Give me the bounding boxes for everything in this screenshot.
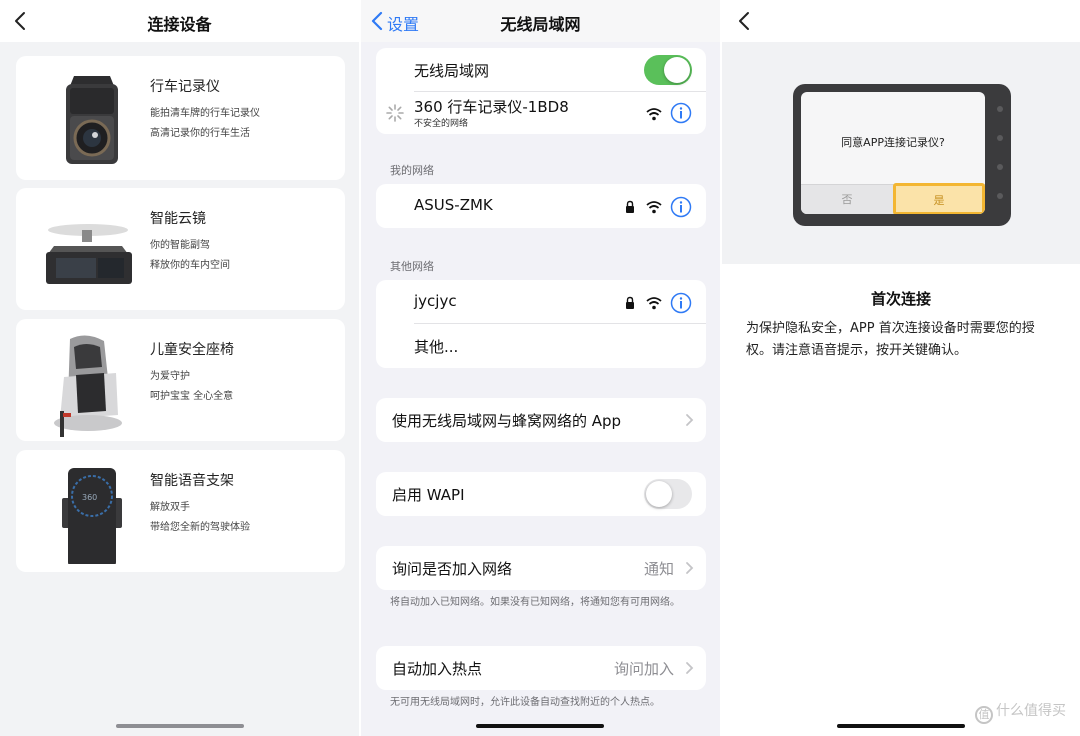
connect-device-screen: 连接设备 行车记录仪 能拍清车牌的行车记录仪 高清记录你的行车生活 智能云镜 你… (0, 0, 359, 736)
lock-icon (624, 295, 636, 309)
wapi-row: 启用 WAPI (376, 472, 706, 516)
nav-bar (722, 0, 1080, 42)
phone-holder-icon: 360 (30, 462, 140, 568)
device-desc-line1: 你的智能副驾 (150, 240, 210, 251)
network-row[interactable]: jycjyc (376, 280, 706, 324)
dialog-question: 同意APP连接记录仪? (841, 136, 945, 149)
wifi-signal-icon (646, 106, 662, 121)
dashcam-illustration: 同意APP连接记录仪? 否 是 (722, 42, 1080, 264)
lock-icon (624, 199, 636, 213)
svg-text:360: 360 (82, 493, 97, 502)
device-desc-line2: 呵护宝宝 全心全意 (150, 391, 234, 402)
home-indicator[interactable] (476, 724, 604, 728)
wifi-signal-icon (646, 199, 662, 214)
smart-mirror-icon (30, 200, 140, 300)
other-networks-group: jycjyc 其他... (376, 280, 706, 368)
loading-spinner-icon (386, 104, 404, 122)
nav-bar: 设置 无线局域网 (361, 0, 720, 42)
watermark-logo-icon: 值 (975, 706, 993, 724)
connected-network-row[interactable]: 360 行车记录仪-1BD8 不安全的网络 (376, 92, 706, 134)
device-desc-line1: 解放双手 (150, 502, 190, 513)
wifi-toggle-row: 无线局域网 (376, 48, 706, 92)
hotspot-footer: 无可用无线局域网时，允许此设备自动查找附近的个人热点。 (390, 697, 660, 708)
dashcam-icon (30, 68, 140, 168)
device-card-phone-holder[interactable]: 360 智能语音支架 解放双手 带给您全新的驾驶体验 (16, 450, 345, 572)
dashcam-dialog: 同意APP连接记录仪? 否 是 (801, 92, 985, 214)
network-security-note: 不安全的网络 (414, 119, 469, 129)
info-icon[interactable] (670, 196, 692, 218)
nav-bar: 连接设备 (0, 0, 359, 42)
info-icon[interactable] (670, 102, 692, 124)
chevron-right-icon (684, 412, 694, 428)
ask-join-group: 询问是否加入网络 通知 (376, 546, 706, 590)
auto-join-hotspot-label: 自动加入热点 (392, 660, 483, 678)
auto-join-hotspot-value: 询问加入 (613, 660, 674, 678)
my-networks-group: ASUS-ZMK (376, 184, 706, 228)
first-connection-screen: 同意APP连接记录仪? 否 是 首次连接 为保护隐私安全，APP 首次连接设备时… (722, 0, 1080, 736)
device-card-dashcam[interactable]: 行车记录仪 能拍清车牌的行车记录仪 高清记录你的行车生活 (16, 56, 345, 180)
device-desc-line2: 带给您全新的驾驶体验 (150, 522, 250, 533)
device-desc-line1: 为爱守护 (150, 371, 190, 382)
section-heading: 首次连接 (870, 290, 931, 308)
device-name: 智能云镜 (150, 211, 206, 227)
home-indicator[interactable] (837, 724, 965, 728)
chevron-right-icon (684, 660, 694, 676)
apps-using-wifi-row[interactable]: 使用无线局域网与蜂窝网络的 App (376, 398, 706, 442)
my-networks-header: 我的网络 (390, 164, 434, 177)
device-name: 行车记录仪 (150, 79, 220, 95)
dialog-yes-button: 是 (893, 183, 985, 214)
device-desc-line2: 高清记录你的行车生活 (150, 128, 250, 139)
dialog-no-button: 否 (841, 193, 853, 206)
device-card-smart-mirror[interactable]: 智能云镜 你的智能副驾 释放你的车内空间 (16, 188, 345, 310)
watermark-text: 什么值得买 (996, 703, 1066, 719)
network-name: jycjyc (414, 292, 457, 310)
device-desc-line2: 释放你的车内空间 (150, 260, 230, 271)
wifi-signal-icon (646, 295, 662, 310)
wapi-group: 启用 WAPI (376, 472, 706, 516)
wifi-toggle-label: 无线局域网 (414, 62, 490, 80)
wapi-label: 启用 WAPI (392, 486, 465, 504)
device-name: 智能语音支架 (150, 473, 234, 489)
apps-using-wifi-label: 使用无线局域网与蜂窝网络的 App (392, 412, 622, 430)
dashcam-side-buttons (997, 106, 1003, 222)
other-network-label: 其他... (414, 338, 459, 356)
hotspot-group: 自动加入热点 询问加入 (376, 646, 706, 690)
other-network-row[interactable]: 其他... (376, 324, 706, 368)
wapi-toggle[interactable] (644, 479, 692, 509)
network-name: ASUS-ZMK (414, 196, 493, 214)
wifi-toggle[interactable] (644, 55, 692, 85)
device-card-child-seat[interactable]: 儿童安全座椅 为爱守护 呵护宝宝 全心全意 (16, 319, 345, 441)
dialog-buttons: 否 是 (801, 183, 985, 214)
watermark: 值什么值得买 (975, 700, 1066, 724)
info-icon[interactable] (670, 292, 692, 314)
auto-join-hotspot-row[interactable]: 自动加入热点 询问加入 (376, 646, 706, 690)
back-chevron-icon[interactable] (730, 6, 760, 36)
device-name: 儿童安全座椅 (150, 342, 234, 358)
ask-join-label: 询问是否加入网络 (392, 560, 513, 578)
dashcam-screen-frame: 同意APP连接记录仪? 否 是 (793, 84, 1011, 226)
instruction-text: 为保护隐私安全，APP 首次连接设备时需要您的授权。请注意语音提示，按开关键确认… (746, 321, 1035, 358)
chevron-right-icon (684, 560, 694, 576)
ask-join-footer: 将自动加入已知网络。如果没有已知网络，将通知您有可用网络。 (390, 597, 680, 608)
ask-join-value: 通知 (643, 560, 674, 578)
ask-join-row[interactable]: 询问是否加入网络 通知 (376, 546, 706, 590)
apps-group: 使用无线局域网与蜂窝网络的 App (376, 398, 706, 442)
child-seat-icon (30, 331, 140, 437)
network-row[interactable]: ASUS-ZMK (376, 184, 706, 228)
page-title: 连接设备 (147, 15, 212, 34)
other-networks-header: 其他网络 (390, 260, 434, 273)
home-indicator[interactable] (116, 724, 244, 728)
wifi-settings-screen: 设置 无线局域网 无线局域网 360 行车记录仪-1BD8 不安全的网络 我的网… (361, 0, 720, 736)
network-name: 360 行车记录仪-1BD8 (414, 98, 569, 116)
device-desc-line1: 能拍清车牌的行车记录仪 (150, 108, 260, 119)
page-title: 无线局域网 (500, 15, 581, 34)
wifi-main-group: 无线局域网 360 行车记录仪-1BD8 不安全的网络 (376, 48, 706, 134)
